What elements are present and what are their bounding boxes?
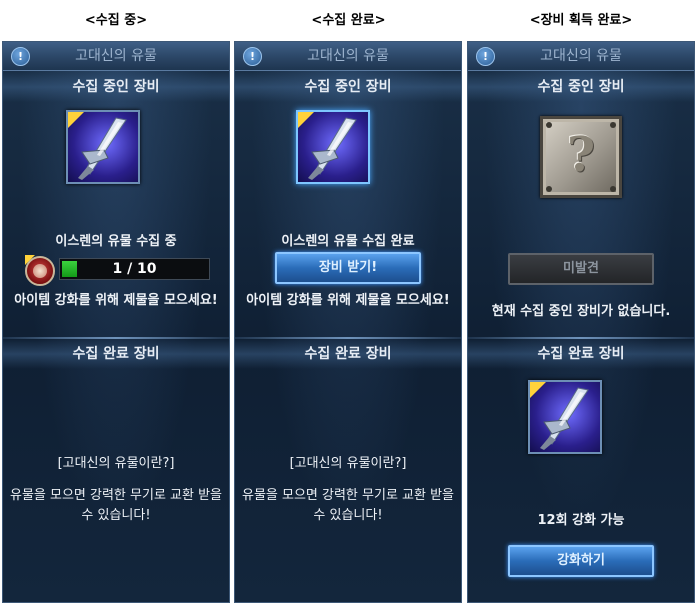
collection-status: 이스렌의 유물 수집 완료 [281,234,415,249]
relic-panel-complete: ! 고대신의 유물 수집 중인 장비 이스렌의 유물 수집 완료 장비 받기! … [234,41,462,603]
section-collecting-equipment: 수집 중인 장비 [3,72,229,102]
relic-info-text: 유물을 모으면 강력한 무기로 교환 받을 수 있습니다! [241,488,455,523]
sword-icon [78,117,127,180]
caption-acquired: <장비 획득 완료> [529,13,633,28]
receive-equipment-button[interactable]: 장비 받기! [275,252,421,284]
panel-titlebar: ! 고대신의 유물 [235,42,461,71]
rivet-icon [546,186,552,192]
progress-text: 1 / 10 [112,261,157,277]
section-completed-equipment: 수집 완료 장비 [235,339,461,369]
section-collecting-equipment: 수집 중인 장비 [235,72,461,102]
caption-collecting: <수집 중> [84,13,148,28]
collection-progress-bar: 1 / 10 [59,258,210,280]
question-mark-icon: ? [566,127,596,183]
panel-title: 고대신의 유물 [75,48,157,64]
no-equipment-message: 현재 수집 중인 장비가 없습니다. [491,304,671,319]
collect-message: 아이템 강화를 위해 제물을 모으세요! [14,293,218,308]
sword-icon [540,387,589,450]
relic-panel-acquired: ! 고대신의 유물 수집 중인 장비 ? 미발견 현재 수집 중인 장비가 없습… [467,41,695,603]
medal-face [33,264,47,278]
weapon-item-slot[interactable] [66,110,140,184]
caption-complete: <수집 완료> [311,13,386,28]
panel-title: 고대신의 유물 [307,48,389,64]
spark-icon [25,255,35,265]
undiscovered-button: 미발견 [508,253,654,285]
relic-info-title: [고대신의 유물이란?] [57,456,175,471]
section-collecting-equipment: 수집 중인 장비 [468,72,694,102]
enhance-button[interactable]: 강화하기 [508,545,654,577]
rivet-icon [610,186,616,192]
panel-titlebar: ! 고대신의 유물 [3,42,229,71]
collection-status: 이스렌의 유물 수집 중 [55,234,177,249]
collect-message: 아이템 강화를 위해 제물을 모으세요! [246,293,450,308]
unknown-item-icon: ? [540,116,622,198]
section-completed-equipment: 수집 완료 장비 [3,339,229,369]
relic-info-text: 유물을 모으면 강력한 무기로 교환 받을 수 있습니다! [9,488,223,523]
relic-panel-collecting: ! 고대신의 유물 수집 중인 장비 이스렌의 유물 수집 중 1 / 10 아… [2,41,230,603]
panel-title: 고대신의 유물 [540,48,622,64]
panel-titlebar: ! 고대신의 유물 [468,42,694,71]
enhance-count: 12회 강화 가능 [537,513,625,528]
relic-info-title: [고대신의 유물이란?] [289,456,407,471]
sword-icon [308,117,357,180]
weapon-item-slot[interactable] [296,110,370,184]
completed-weapon-slot[interactable] [528,380,602,454]
section-completed-equipment: 수집 완료 장비 [468,339,694,369]
relic-medal-icon [25,255,55,286]
